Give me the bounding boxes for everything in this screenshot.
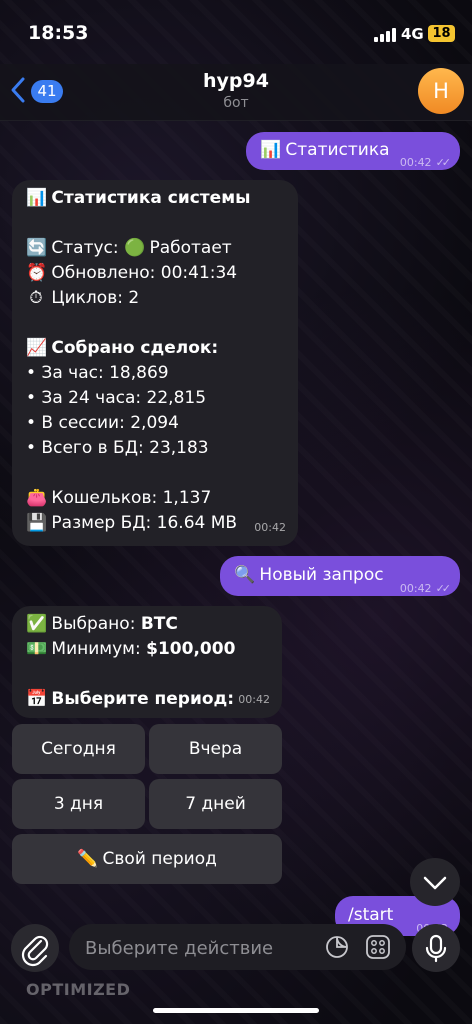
- input-bar: [0, 920, 472, 980]
- selected-value: BTC: [140, 614, 178, 634]
- attach-button[interactable]: [11, 924, 59, 972]
- chat-title[interactable]: hyp94: [0, 70, 472, 92]
- refresh-emoji: 🔄: [26, 238, 48, 258]
- microphone-button[interactable]: [412, 924, 460, 972]
- paperclip-icon: [21, 935, 49, 967]
- custom-period-button[interactable]: ✏️ Свой период: [12, 834, 282, 884]
- bot-keyboard-icon[interactable]: [365, 934, 391, 960]
- chevron-down-icon: [423, 876, 447, 890]
- message-outgoing-new-request[interactable]: 🔍 Новый запрос 00:42 ✓✓: [220, 556, 460, 596]
- deals-title: Собрано сделок:: [51, 338, 219, 358]
- microphone-icon: [425, 934, 447, 963]
- magnifier-emoji: 🔍: [234, 565, 256, 585]
- status-label: Статус:: [51, 238, 119, 258]
- message-time: 00:42: [399, 582, 432, 595]
- bar-chart-emoji: 📊: [260, 140, 282, 160]
- selected-label: Выбрано:: [51, 614, 136, 634]
- cycles-text: Циклов: 2: [51, 288, 140, 308]
- pencil-emoji: ✏️: [77, 849, 99, 869]
- chat-header: 41 hyp94 бот H: [0, 64, 472, 121]
- deals-per-hour: • За час: 18,869: [26, 363, 169, 383]
- home-indicator: [153, 1008, 319, 1013]
- status-bar: 18:53 4G 18: [0, 0, 472, 64]
- alarm-clock-emoji: ⏰: [26, 263, 48, 283]
- message-list[interactable]: 📊 Статистика 00:42 ✓✓ 📊 Статистика систем…: [0, 120, 472, 936]
- network-type: 4G: [401, 25, 424, 43]
- check-mark-emoji: ✅: [26, 614, 48, 634]
- message-text: Статистика: [285, 140, 390, 160]
- yesterday-button[interactable]: Вчера: [149, 724, 282, 774]
- message-text: Новый запрос: [259, 565, 384, 585]
- calendar-emoji: 📅: [26, 689, 48, 709]
- period-label: Выберите период:: [51, 689, 235, 709]
- updated-text: Обновлено: 00:41:34: [51, 263, 238, 283]
- sticker-icon[interactable]: [325, 935, 349, 959]
- clock: 18:53: [28, 22, 89, 44]
- message-field[interactable]: [69, 924, 406, 972]
- message-incoming-period-select[interactable]: ✅ Выбрано: BTC 💵 Минимум: $100,000 📅 Выб…: [12, 606, 282, 718]
- message-incoming-system-stats[interactable]: 📊 Статистика системы 🔄 Статус: 🟢 Работае…: [12, 180, 298, 546]
- message-time: 00:42: [254, 521, 286, 534]
- deals-in-session: • В сессии: 2,094: [26, 413, 179, 433]
- three-days-button[interactable]: 3 дня: [12, 779, 145, 829]
- floppy-disk-emoji: 💾: [26, 513, 48, 533]
- today-button[interactable]: Сегодня: [12, 724, 145, 774]
- stats-title: Статистика системы: [51, 188, 251, 208]
- watermark-text: OPTIMIZED: [26, 980, 131, 999]
- read-ticks-icon: ✓✓: [435, 156, 452, 169]
- message-time: 00:42: [238, 693, 270, 706]
- avatar[interactable]: H: [418, 68, 464, 114]
- read-ticks-icon: ✓✓: [435, 582, 452, 595]
- scroll-down-button[interactable]: [410, 858, 460, 906]
- purse-emoji: 👛: [26, 488, 48, 508]
- custom-period-label: Свой период: [102, 849, 217, 869]
- min-value: $100,000: [146, 639, 236, 659]
- deals-per-24h: • За 24 часа: 22,815: [26, 388, 207, 408]
- chat-subtitle: бот: [223, 95, 249, 111]
- wallets-text: Кошельков: 1,137: [51, 488, 212, 508]
- dollar-banknote-emoji: 💵: [26, 639, 48, 659]
- chart-up-emoji: 📈: [26, 338, 48, 358]
- db-size-text: Размер БД: 16.64 MB: [51, 513, 238, 533]
- bar-chart-emoji: 📊: [26, 188, 48, 208]
- message-time: 00:42: [399, 156, 432, 169]
- stopwatch-emoji: ⏱: [29, 288, 43, 308]
- seven-days-button[interactable]: 7 дней: [149, 779, 282, 829]
- message-input[interactable]: [83, 924, 317, 972]
- battery-icon: 18: [428, 25, 455, 42]
- deals-total-db: • Всего в БД: 23,183: [26, 438, 209, 458]
- min-label: Минимум:: [51, 639, 141, 659]
- green-dot-emoji: 🟢: [124, 238, 146, 258]
- signal-icon: [374, 28, 396, 42]
- message-outgoing-statistics[interactable]: 📊 Статистика 00:42 ✓✓: [246, 132, 460, 170]
- status-value: Работает: [149, 238, 232, 258]
